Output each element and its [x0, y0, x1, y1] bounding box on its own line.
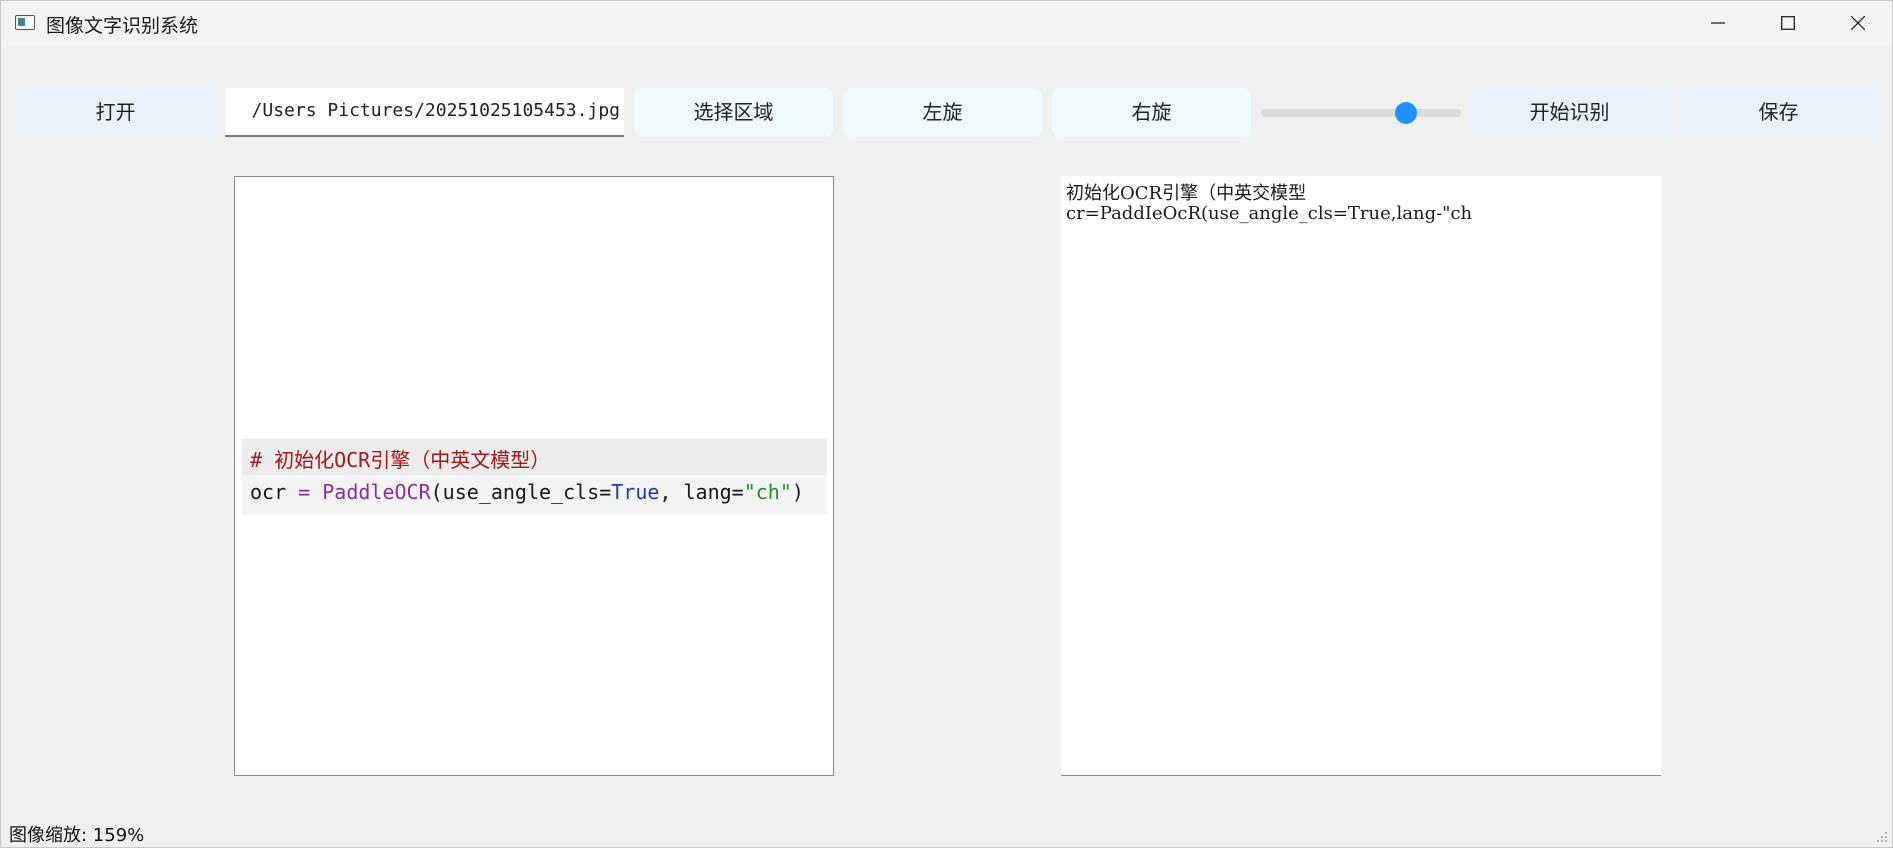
title-bar: 图像文字识别系统 [1, 1, 1892, 45]
save-button[interactable]: 保存 [1679, 88, 1878, 137]
rotate-left-button[interactable]: 左旋 [843, 88, 1042, 137]
minimize-icon [1711, 22, 1725, 24]
open-button[interactable]: 打开 [16, 88, 215, 137]
resize-grip-icon[interactable] [1876, 831, 1888, 843]
code-args-open: (use_angle_cls= [430, 480, 612, 504]
result-line: 初始化OCR引擎（中英交模型 [1066, 183, 1307, 204]
zoom-slider[interactable] [1261, 102, 1461, 124]
image-preview-panel[interactable]: # 初始化OCR引擎（中英文模型） ocr = PaddleOCR(use_an… [234, 176, 834, 776]
window-title: 图像文字识别系统 [46, 15, 199, 37]
code-args-close: ) [791, 480, 804, 504]
app-window-icon [15, 15, 35, 30]
zoom-slider-handle[interactable] [1394, 102, 1417, 124]
code-statement: ocr = PaddleOCR(use_angle_cls=True, lang… [250, 480, 804, 504]
code-func: PaddleOCR [322, 480, 431, 504]
zoom-status-text: 图像缩放: 159% [9, 825, 145, 846]
maximize-button[interactable] [1753, 1, 1823, 45]
close-button[interactable] [1823, 1, 1892, 45]
file-path-field[interactable]: /Users Pictures/20251025105453.jpg [225, 88, 624, 137]
close-icon [1851, 16, 1865, 30]
rotate-right-button[interactable]: 右旋 [1052, 88, 1251, 137]
app-window: 图像文字识别系统 打开 /Users Pictures/202510251054… [0, 0, 1893, 848]
maximize-icon [1781, 16, 1795, 30]
code-comment: # 初始化OCR引擎（中英文模型） [250, 448, 551, 472]
select-region-button[interactable]: 选择区域 [634, 88, 833, 137]
file-path-value: /Users Pictures/20251025105453.jpg [251, 100, 620, 121]
result-line: cr=PaddIeOcR(use_angle_cls=True,lang-"ch [1066, 203, 1473, 224]
code-eq: = [286, 480, 323, 504]
code-true-keyword: True [611, 480, 660, 504]
start-recognition-button[interactable]: 开始识别 [1470, 88, 1669, 137]
code-args-mid: , lang= [659, 480, 744, 504]
minimize-button[interactable] [1683, 1, 1753, 45]
code-string: "ch" [743, 480, 792, 504]
zoom-slider-track [1261, 109, 1461, 117]
ocr-result-textbox[interactable]: 初始化OCR引擎（中英交模型 cr=PaddIeOcR(use_angle_cl… [1061, 176, 1661, 776]
code-snippet-image: # 初始化OCR引擎（中英文模型） ocr = PaddleOCR(use_an… [242, 439, 827, 514]
code-var: ocr [250, 480, 287, 504]
